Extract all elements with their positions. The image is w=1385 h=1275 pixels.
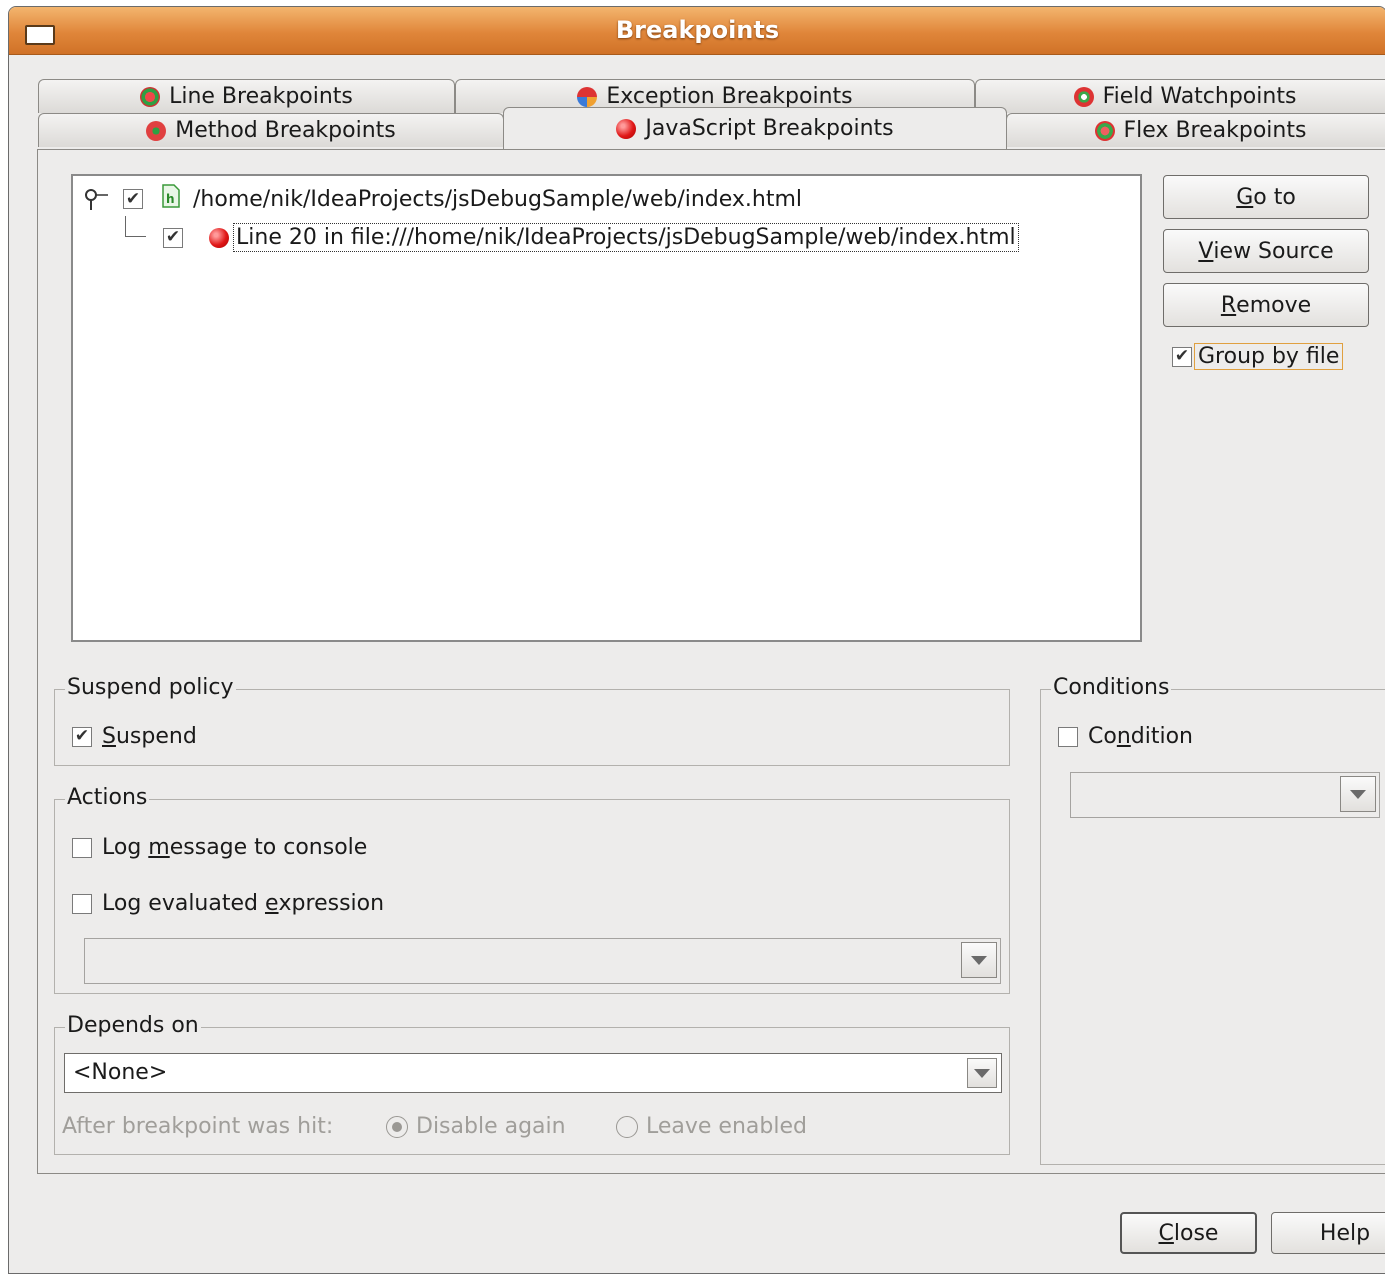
log-expression-box[interactable] xyxy=(72,893,92,914)
mnemonic: e xyxy=(264,891,279,916)
label-part: essage to console xyxy=(169,835,368,860)
label-part: Log xyxy=(102,835,149,860)
file-node-label: /home/nik/IdeaProjects/jsDebugSample/web… xyxy=(193,186,803,212)
tab-method-breakpoints[interactable]: Method Breakpoints xyxy=(38,113,504,147)
suspend-checkbox[interactable]: ✔ Suspend xyxy=(72,724,197,749)
tab-flex-breakpoints[interactable]: Flex Breakpoints xyxy=(1006,113,1385,147)
label-part: Log evaluated xyxy=(102,891,265,916)
button-label: o to xyxy=(1253,184,1296,210)
tab-field-watchpoints[interactable]: Field Watchpoints xyxy=(975,79,1385,113)
mnemonic: S xyxy=(102,724,116,749)
leave-enabled-radio[interactable]: Leave enabled xyxy=(616,1114,807,1139)
group-by-file-label: Group by file xyxy=(1194,343,1344,370)
log-expression-combo[interactable] xyxy=(84,938,1001,984)
depends-on-value: <None> xyxy=(73,1060,168,1085)
suspend-policy-legend: Suspend policy xyxy=(65,675,236,700)
log-message-box[interactable] xyxy=(72,837,92,858)
label-part: Co xyxy=(1088,724,1117,749)
tab-javascript-breakpoints[interactable]: JavaScript Breakpoints xyxy=(503,107,1007,149)
log-expression-checkbox[interactable]: Log evaluated e xpression xyxy=(72,891,384,916)
exception-breakpoint-icon xyxy=(577,86,598,107)
javascript-breakpoint-icon xyxy=(616,118,637,139)
dropdown-arrow-icon[interactable] xyxy=(1340,776,1376,812)
actions-legend: Actions xyxy=(65,785,150,810)
log-message-checkbox[interactable]: Log m essage to console xyxy=(72,835,367,860)
condition-box[interactable] xyxy=(1058,726,1078,747)
view-source-button[interactable]: View Source xyxy=(1163,229,1369,273)
disable-again-label: Disable again xyxy=(416,1114,566,1139)
button-label: Help xyxy=(1319,1220,1371,1246)
button-label: lose xyxy=(1173,1220,1219,1246)
group-by-file-box[interactable]: ✔ xyxy=(1172,346,1192,367)
group-by-file-checkbox[interactable]: ✔ Group by file xyxy=(1172,343,1344,370)
condition-checkbox[interactable]: Co n dition xyxy=(1058,724,1193,749)
tree-node-file[interactable]: ✔ h /home/nik/IdeaProjects/jsDebugSample… xyxy=(123,184,802,214)
tree-connector xyxy=(125,216,146,237)
method-breakpoint-icon xyxy=(146,120,167,141)
after-hit-label: After breakpoint was hit: xyxy=(62,1114,333,1139)
conditions-group: Conditions xyxy=(1040,675,1385,1165)
breakpoint-node-label: Line 20 in file:///home/nik/IdeaProjects… xyxy=(233,223,1019,252)
radio-icon[interactable] xyxy=(616,1115,638,1138)
mnemonic: V xyxy=(1198,238,1214,264)
tab-label: Field Watchpoints xyxy=(1102,84,1297,109)
dropdown-arrow-icon[interactable] xyxy=(961,942,997,978)
close-button[interactable]: Close xyxy=(1120,1212,1257,1254)
mnemonic: C xyxy=(1158,1220,1174,1246)
line-breakpoint-icon xyxy=(140,86,161,107)
field-watchpoint-icon xyxy=(1073,86,1094,107)
svg-text:h: h xyxy=(166,192,175,206)
html-file-icon: h xyxy=(161,184,181,214)
help-button[interactable]: Help xyxy=(1271,1212,1385,1254)
button-label: iew Source xyxy=(1213,238,1334,264)
file-node-checkbox[interactable]: ✔ xyxy=(123,189,143,209)
mnemonic: R xyxy=(1220,292,1237,318)
after-hit-text: After breakpoint was hit: xyxy=(62,1114,334,1139)
disable-again-radio[interactable]: Disable again xyxy=(386,1114,566,1139)
flex-breakpoint-icon xyxy=(1094,120,1115,141)
go-to-button[interactable]: Go to xyxy=(1163,175,1369,219)
title-bar[interactable]: Breakpoints xyxy=(9,7,1385,55)
tree-node-breakpoint[interactable]: ✔ Line 20 in file:///home/nik/IdeaProjec… xyxy=(163,223,1019,252)
depends-on-legend: Depends on xyxy=(65,1013,201,1038)
label-part: xpression xyxy=(278,891,385,916)
suspend-policy-group: Suspend policy xyxy=(54,675,1010,766)
radio-selected-icon[interactable] xyxy=(386,1115,408,1138)
condition-combo[interactable] xyxy=(1070,772,1380,818)
mnemonic: n xyxy=(1116,724,1131,749)
breakpoint-node-checkbox[interactable]: ✔ xyxy=(163,227,183,248)
button-label: emove xyxy=(1236,292,1312,318)
window-title: Breakpoints xyxy=(615,16,780,44)
depends-on-select[interactable]: <None> xyxy=(64,1053,1002,1093)
suspend-box[interactable]: ✔ xyxy=(72,726,92,747)
leave-enabled-label: Leave enabled xyxy=(646,1114,807,1139)
tab-label: JavaScript Breakpoints xyxy=(645,116,894,141)
breakpoint-icon xyxy=(209,227,229,248)
tab-label: Exception Breakpoints xyxy=(606,84,853,109)
mnemonic: m xyxy=(148,835,170,860)
mnemonic: G xyxy=(1236,184,1254,210)
tab-line-breakpoints[interactable]: Line Breakpoints xyxy=(38,79,455,113)
dropdown-arrow-icon[interactable] xyxy=(967,1058,997,1088)
expand-toggle-icon[interactable] xyxy=(83,186,109,218)
suspend-label: uspend xyxy=(115,724,197,749)
conditions-legend: Conditions xyxy=(1051,675,1172,700)
label-part: dition xyxy=(1130,724,1193,749)
tab-label: Line Breakpoints xyxy=(169,84,353,109)
breakpoints-tree[interactable]: ✔ h /home/nik/IdeaProjects/jsDebugSample… xyxy=(71,174,1142,642)
tab-label: Method Breakpoints xyxy=(175,118,396,143)
tab-label: Flex Breakpoints xyxy=(1123,118,1307,143)
remove-button[interactable]: Remove xyxy=(1163,283,1369,327)
breakpoints-dialog: Breakpoints Line Breakpoints Exception B… xyxy=(8,6,1385,1274)
